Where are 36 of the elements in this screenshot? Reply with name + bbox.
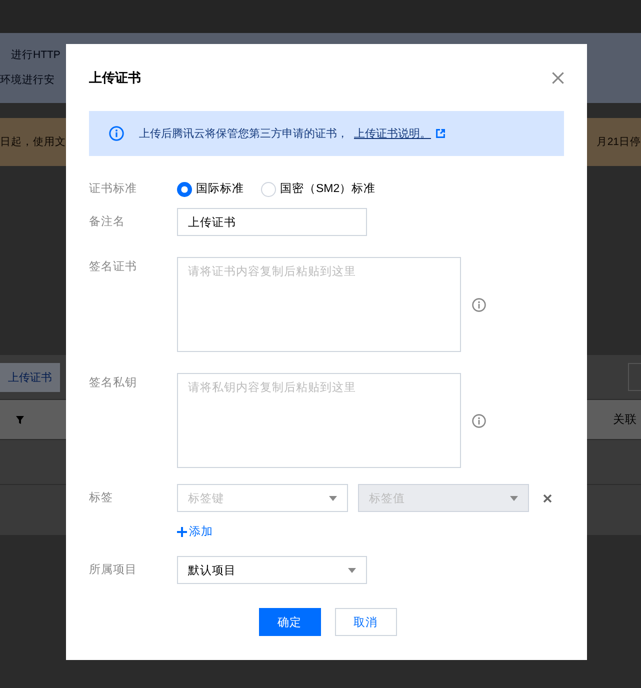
toolbar-field[interactable]: [628, 363, 641, 391]
warning-text: 月21日停: [596, 135, 641, 149]
radio-option[interactable]: 国际标准: [177, 181, 244, 197]
caret-icon: [348, 568, 356, 572]
caret-icon: [329, 496, 337, 500]
banner-text: 环境进行安: [0, 73, 55, 88]
column-header: 关联: [613, 412, 637, 427]
text-area[interactable]: 请将私钥内容复制后粘贴到这里: [177, 373, 461, 468]
upload-button[interactable]: 上传证书: [0, 362, 60, 392]
banner-text: 进行HTTP: [11, 48, 60, 63]
field-label: 标签: [89, 490, 114, 506]
close-icon[interactable]: [543, 494, 552, 502]
field-label: 所属项目: [89, 562, 138, 578]
field-label: 签名证书: [89, 260, 138, 275]
help-link[interactable]: 上传证书说明。: [354, 128, 431, 140]
add-link[interactable]: 添加: [177, 524, 213, 540]
notice-text: 上传后腾讯云将保管您第三方申请的证书， 上传证书说明。: [139, 126, 431, 142]
warning-text: 日起，使用文: [0, 135, 66, 149]
info-icon: [109, 126, 124, 141]
cancel-button[interactable]: 取消: [334, 608, 396, 636]
text-area[interactable]: 请将证书内容复制后粘贴到这里: [177, 257, 461, 352]
field-label: 备注名: [89, 214, 126, 230]
input-field[interactable]: 上传证书: [177, 208, 367, 236]
confirm-button[interactable]: 确定: [258, 608, 320, 636]
info-icon[interactable]: [472, 298, 486, 312]
plus-icon: [177, 527, 187, 537]
caret-icon: [510, 496, 518, 500]
select-field[interactable]: 默认项目: [177, 556, 367, 584]
dialog-title: 上传证书: [89, 69, 141, 87]
field-label: 签名私钥: [89, 376, 138, 391]
close-icon[interactable]: [552, 72, 564, 84]
info-icon[interactable]: [472, 414, 486, 428]
filter-icon[interactable]: [16, 416, 24, 424]
field-label: 证书标准: [89, 182, 138, 197]
external-link-icon[interactable]: [436, 129, 445, 138]
radio-option[interactable]: 国密（SM2）标准: [261, 181, 376, 197]
